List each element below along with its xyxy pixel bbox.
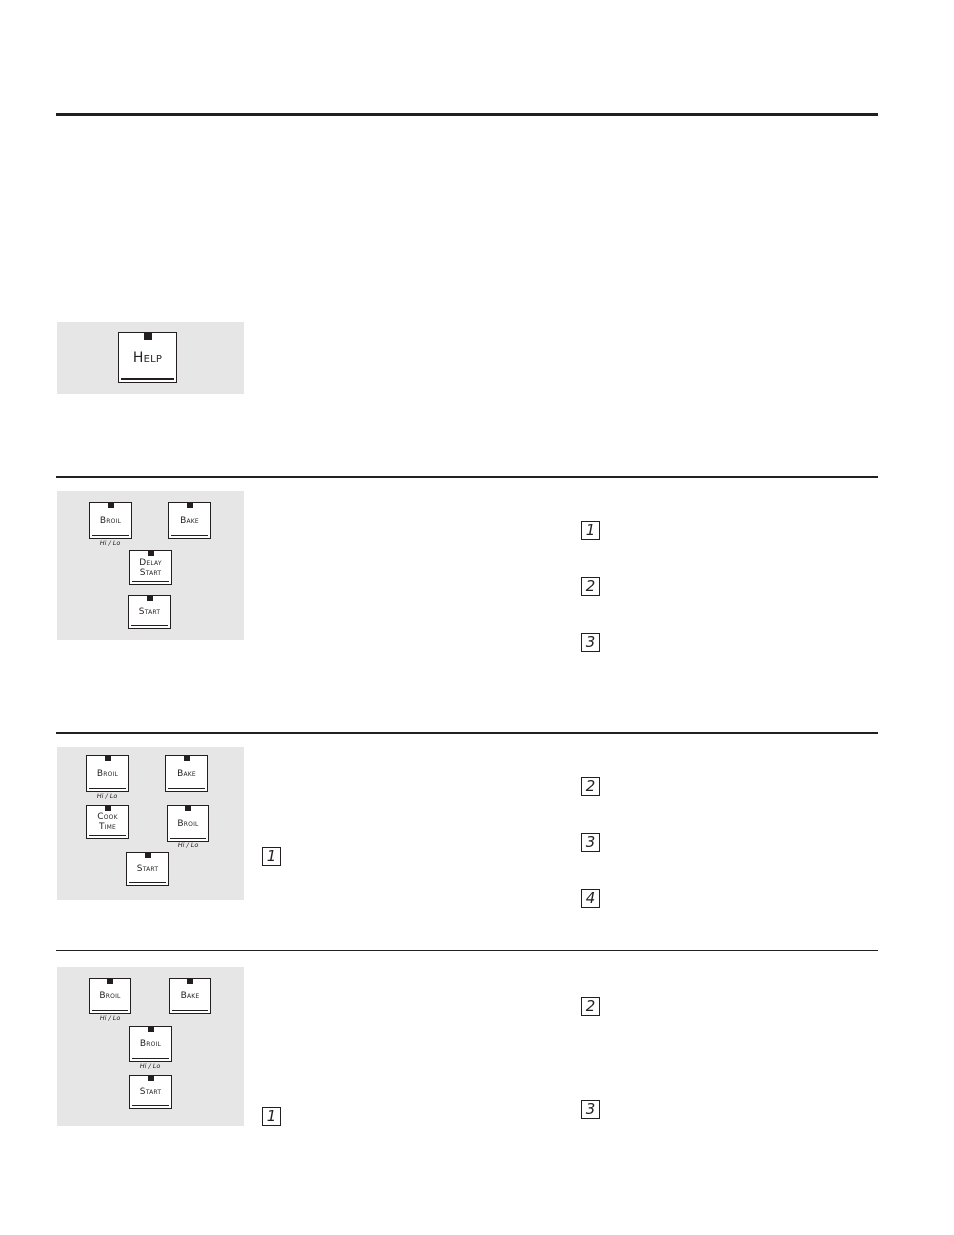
key-underline — [92, 534, 129, 536]
key-label: Start — [138, 607, 161, 617]
indicator-light-icon — [107, 978, 113, 984]
indicator-light-icon — [146, 595, 153, 601]
broil-key[interactable]: Broil — [89, 502, 132, 539]
step-marker-2: 2 — [581, 577, 600, 596]
key-label: Broil — [139, 1039, 162, 1049]
key-label: Bake — [180, 991, 200, 1001]
indicator-light-icon — [104, 755, 111, 761]
key-label: Help — [132, 349, 163, 366]
step-marker-3: 3 — [581, 633, 600, 652]
bake-key[interactable]: Bake — [168, 502, 211, 539]
key-underline — [89, 787, 126, 789]
indicator-light-icon — [147, 1026, 154, 1032]
indicator-light-icon — [107, 502, 114, 508]
broil-hi-lo-label: Hi / Lo — [139, 1062, 161, 1070]
section-divider — [56, 950, 878, 951]
broil-hi-lo-label: Hi / Lo — [96, 792, 118, 800]
broil-hi-lo-label: Hi / Lo — [99, 539, 121, 547]
key-underline — [121, 378, 174, 380]
key-label: Broil — [99, 991, 121, 1001]
start-key[interactable]: Start — [126, 852, 169, 886]
key-label: Broil — [177, 818, 199, 829]
key-underline — [132, 1057, 169, 1059]
key-underline — [170, 837, 206, 839]
broil-hi-lo-label: Hi / Lo — [99, 1014, 121, 1022]
key-label: Broil — [99, 515, 122, 526]
section-divider — [56, 732, 878, 734]
key-underline — [92, 1009, 128, 1011]
help-key[interactable]: Help — [118, 332, 177, 383]
start-key[interactable]: Start — [128, 595, 171, 629]
indicator-light-icon — [104, 805, 111, 811]
broil-key[interactable]: Broil — [89, 978, 131, 1014]
broil-hi-lo-label: Hi / Lo — [177, 841, 199, 849]
indicator-light-icon — [143, 332, 152, 340]
step-marker-1: 1 — [262, 847, 281, 866]
key-label: Bake — [180, 515, 199, 526]
indicator-light-icon — [185, 805, 191, 811]
key-label: Start — [136, 864, 159, 874]
broil-key[interactable]: Broil — [167, 805, 209, 842]
step-marker-4: 4 — [581, 889, 600, 908]
indicator-light-icon — [144, 852, 151, 858]
key-underline — [132, 1104, 169, 1106]
key-underline — [131, 624, 168, 626]
cook-time-key[interactable]: Cook Time — [86, 805, 129, 839]
key-label: Broil — [96, 768, 119, 779]
indicator-light-icon — [147, 550, 154, 556]
indicator-light-icon — [187, 978, 193, 984]
broil-key[interactable]: Broil — [86, 755, 129, 792]
header-rule — [56, 113, 878, 116]
section-divider — [56, 476, 878, 478]
key-label: Bake — [177, 768, 196, 779]
step-marker-1: 1 — [262, 1107, 281, 1126]
broil-key[interactable]: Broil — [129, 1026, 172, 1062]
key-underline — [89, 834, 126, 836]
step-marker-3: 3 — [581, 1100, 600, 1119]
step-marker-3: 3 — [581, 833, 600, 852]
start-key[interactable]: Start — [129, 1075, 172, 1109]
key-underline — [171, 534, 208, 536]
key-underline — [132, 580, 169, 582]
bake-key[interactable]: Bake — [165, 755, 208, 792]
key-label: Cook Time — [97, 812, 118, 832]
key-underline — [172, 1009, 208, 1011]
indicator-light-icon — [183, 755, 190, 761]
indicator-light-icon — [147, 1075, 154, 1081]
bake-key[interactable]: Bake — [169, 978, 211, 1014]
key-underline — [168, 787, 205, 789]
delay-start-key[interactable]: Delay Start — [129, 550, 172, 585]
key-label: Delay Start — [139, 557, 162, 578]
key-label: Start — [139, 1087, 162, 1097]
indicator-light-icon — [186, 502, 193, 508]
step-marker-2: 2 — [581, 997, 600, 1016]
key-underline — [129, 881, 166, 883]
step-marker-1: 1 — [581, 521, 600, 540]
step-marker-2: 2 — [581, 777, 600, 796]
